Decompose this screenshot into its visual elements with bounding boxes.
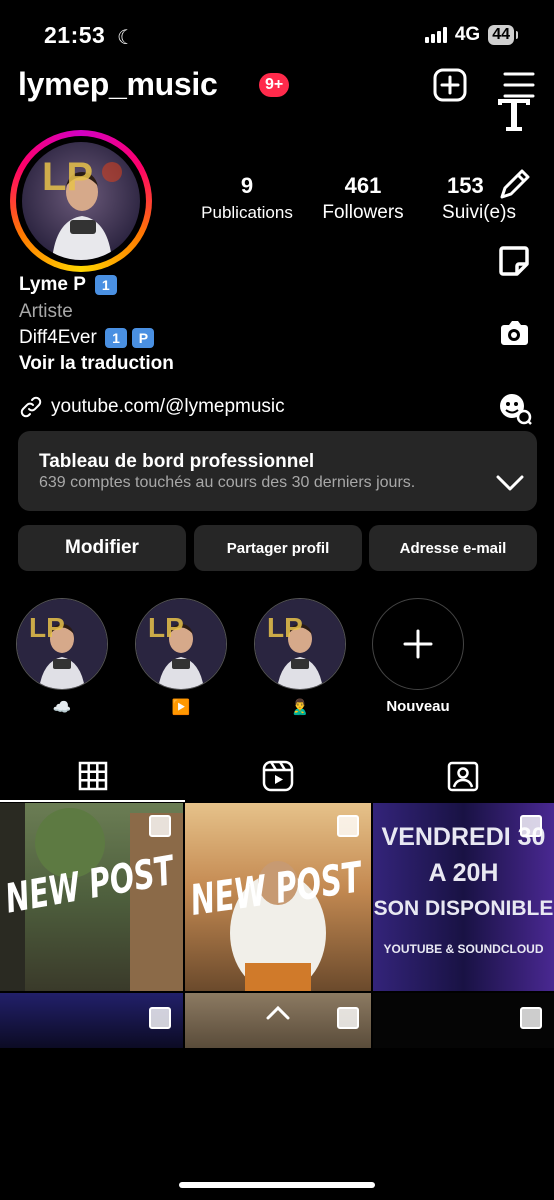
profile-name: Lyme P [19, 274, 86, 295]
effects-tool-icon[interactable] [494, 313, 534, 353]
moon-icon: ☾ [117, 27, 135, 49]
stat-posts-value: 9 [240, 173, 254, 198]
profile-link-text: youtube.com/@lymepmusic [51, 396, 285, 417]
battery-icon: 44 [488, 25, 518, 45]
new-highlight[interactable]: Nouveau [372, 598, 464, 715]
highlight-3-label: 🙎‍♂️ [290, 699, 310, 716]
highlight-1-cover: LP [16, 598, 108, 690]
signal-icon [424, 27, 447, 43]
status-right: 4G 44 [424, 24, 518, 46]
stat-following-value: 153 [447, 173, 484, 198]
profile-username[interactable]: lymep_music [18, 66, 218, 103]
bio-line: Diff4Ever 1 P [19, 327, 155, 349]
profile-avatar[interactable]: LP [10, 130, 152, 272]
avatar-photo: LP [22, 142, 140, 260]
bio-badge-1: 1 [105, 327, 128, 348]
multi-post-icon [520, 1007, 542, 1029]
email-button[interactable]: Adresse e-mail [369, 525, 537, 571]
post-6[interactable] [373, 993, 554, 1048]
network-label: 4G [454, 24, 481, 45]
highlight-3-logo: LP [267, 612, 303, 643]
name-badge: 1 [94, 274, 117, 295]
post-3[interactable]: VENDREDI 30 A 20H SON DISPONIBLE YOUTUBE… [373, 803, 554, 991]
dashboard-subtitle: 639 comptes touchés au cours des 30 dern… [39, 474, 416, 491]
tab-posts-grid[interactable] [0, 752, 185, 800]
stat-posts[interactable]: 9 Publications [195, 173, 299, 223]
profile-name-line: Lyme P 1 [19, 274, 117, 296]
highlight-3[interactable]: LP 🙎‍♂️ [254, 598, 346, 716]
professional-dashboard[interactable]: Tableau de bord professionnel 639 compte… [18, 431, 537, 511]
share-profile-button[interactable]: Partager profil [194, 525, 362, 571]
multi-post-icon [149, 815, 171, 837]
highlight-2-label: ▶️ [171, 699, 191, 716]
highlight-3-cover: LP [254, 598, 346, 690]
grid-icon [78, 761, 107, 791]
status-time: 21:53 [44, 22, 106, 48]
active-tab-indicator [0, 800, 185, 802]
chevron-up-icon [266, 1005, 290, 1020]
multi-post-icon [337, 1007, 359, 1029]
highlight-2[interactable]: LP ▶️ [135, 598, 227, 716]
dashboard-title: Tableau de bord professionnel [39, 451, 315, 472]
link-icon [20, 396, 42, 418]
tab-reels[interactable] [185, 752, 370, 800]
reels-icon [262, 760, 293, 792]
highlight-2-cover: LP [135, 598, 227, 690]
post-5[interactable] [185, 993, 371, 1048]
multi-post-icon [337, 815, 359, 837]
create-post-icon[interactable] [433, 68, 467, 102]
see-translation-link[interactable]: Voir la traduction [19, 353, 174, 375]
highlight-1[interactable]: LP ☁️ [16, 598, 108, 716]
edit-profile-button[interactable]: Modifier [18, 525, 186, 571]
tab-tagged[interactable] [370, 752, 554, 800]
face-effects-icon[interactable] [494, 388, 534, 428]
post-1[interactable]: NEW POST [0, 803, 183, 991]
stat-followers-label: Followers [322, 202, 404, 223]
avatar-logo-text: LP [42, 155, 93, 199]
home-indicator[interactable] [179, 1182, 375, 1188]
post-4[interactable] [0, 993, 183, 1048]
multi-post-icon [149, 1007, 171, 1029]
new-highlight-label: Nouveau [386, 698, 450, 715]
stat-followers[interactable]: 461 Followers [314, 173, 412, 224]
chevron-down-icon[interactable] [495, 473, 525, 493]
bio-badge-2: P [132, 327, 155, 348]
bio-text: Diff4Ever [19, 327, 97, 348]
post-3-line-2: A 20H [428, 859, 499, 887]
highlight-2-logo: LP [148, 612, 184, 643]
stat-following-label: Suivi(e)s [442, 202, 516, 223]
post-3-line-3: SON DISPONIBLE [373, 897, 554, 920]
stat-following[interactable]: 153 Suivi(e)s [432, 173, 526, 224]
new-highlight-circle [372, 598, 464, 690]
stat-posts-label: Publications [201, 203, 293, 222]
plus-icon [403, 629, 433, 659]
highlight-1-logo: LP [29, 612, 65, 643]
tagged-icon [447, 761, 478, 792]
multi-post-icon [520, 815, 542, 837]
text-tool-icon[interactable] [494, 93, 534, 133]
highlight-1-label: ☁️ [52, 699, 72, 716]
post-2[interactable]: NEW POST [185, 803, 371, 991]
sticker-tool-icon[interactable] [494, 241, 534, 281]
profile-category: Artiste [19, 301, 73, 322]
profile-link[interactable]: youtube.com/@lymepmusic [19, 395, 285, 419]
post-3-line-4: YOUTUBE & SOUNDCLOUD [383, 942, 544, 956]
notification-badge[interactable]: 9+ [259, 73, 290, 97]
stat-followers-value: 461 [344, 173, 382, 198]
